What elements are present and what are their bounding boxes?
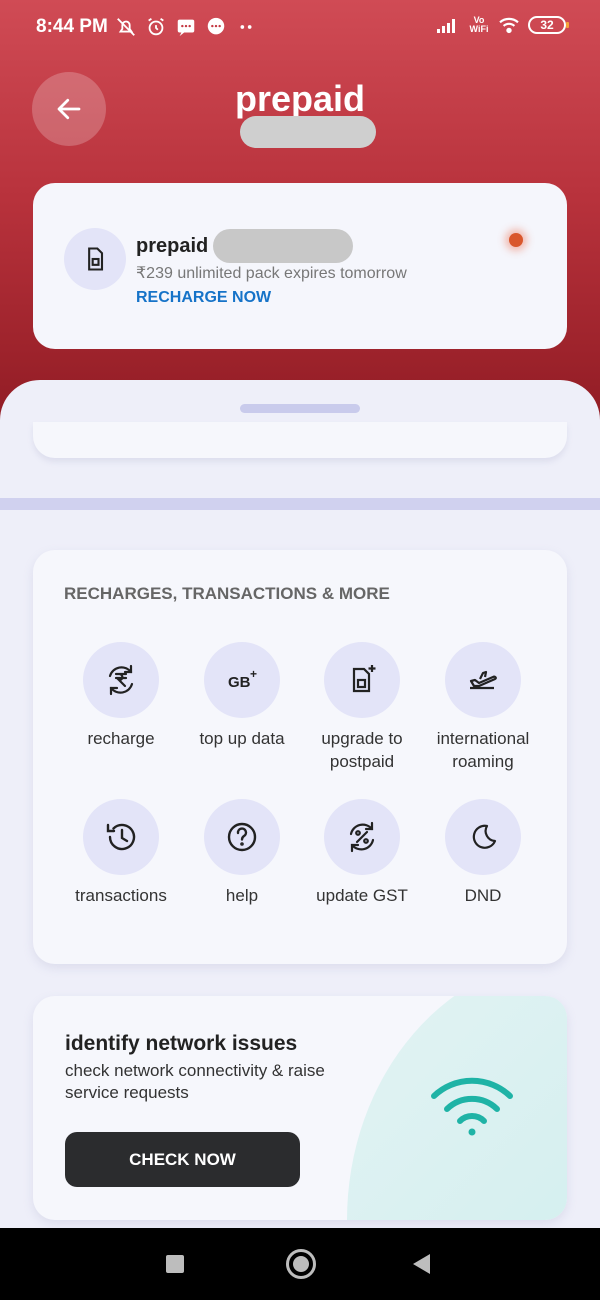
notification-icons [115, 16, 257, 38]
dnd-tile[interactable]: DND [423, 799, 543, 907]
gb-plus-icon: GB + [228, 667, 257, 691]
chat-icon [207, 17, 225, 35]
check-now-button[interactable]: CHECK NOW [65, 1132, 300, 1187]
history-icon [106, 823, 136, 851]
status-time: 8:44 PM [36, 16, 108, 37]
sim-card[interactable]: prepaid ₹239 unlimited pack expires tomo… [33, 183, 567, 349]
airplane-icon [469, 670, 497, 690]
tile-label: help [225, 886, 259, 905]
system-back-button[interactable] [413, 1254, 430, 1274]
collapsed-card [33, 422, 567, 458]
plan-expiry-text: ₹239 unlimited pack expires tomorrow [136, 265, 407, 282]
battery-indicator: 32 [528, 16, 569, 34]
services-card: RECHARGES, TRANSACTIONS & MORE recharge … [33, 550, 567, 964]
bell-off-icon [117, 18, 135, 36]
sim-plus-icon [352, 665, 376, 693]
rupee-refresh-icon [108, 664, 134, 696]
update-gst-tile[interactable]: update GST [302, 799, 422, 907]
sim-icon [64, 228, 126, 290]
question-icon [227, 822, 257, 852]
page-title: prepaid [234, 78, 366, 119]
tile-label: international roaming [436, 729, 530, 771]
bottom-sheet: RECHARGES, TRANSACTIONS & MORE recharge … [0, 380, 600, 1300]
help-tile[interactable]: help [182, 799, 302, 907]
international-roaming-tile[interactable]: international roaming [423, 642, 543, 773]
svg-text:GB: GB [228, 674, 251, 691]
sheet-drag-handle[interactable] [240, 404, 360, 413]
percent-refresh-icon [349, 821, 375, 853]
signal-icon [437, 19, 455, 33]
home-button[interactable] [286, 1249, 316, 1279]
top-up-data-tile[interactable]: GB + top up data [182, 642, 302, 750]
plan-name: prepaid [136, 235, 209, 257]
recents-button[interactable] [166, 1255, 184, 1273]
redacted-sim-number [213, 229, 353, 263]
status-dot [509, 233, 523, 247]
tile-label: transactions [75, 886, 167, 905]
section-divider [0, 498, 600, 510]
transactions-tile[interactable]: transactions [61, 799, 181, 907]
recharge-now-link[interactable]: RECHARGE NOW [136, 289, 271, 307]
vowifi-label: Vo WiFi [469, 15, 489, 34]
more-dots-icon [240, 25, 252, 29]
tile-label: upgrade to postpaid [321, 729, 403, 771]
system-navigation-bar [0, 1228, 600, 1300]
tile-label: update GST [316, 886, 408, 905]
tile-label: top up data [199, 729, 285, 748]
recharge-tile[interactable]: recharge [61, 642, 181, 750]
tile-label: DND [464, 886, 502, 905]
svg-text:+: + [250, 667, 257, 681]
redacted-number [240, 116, 376, 148]
network-card-title: identify network issues [65, 1032, 298, 1055]
network-card-description: check network connectivity & raise servi… [65, 1061, 325, 1102]
tile-label: recharge [87, 729, 155, 748]
wifi-icon [431, 1077, 513, 1136]
network-issues-card: identify network issues check network co… [33, 996, 567, 1220]
status-bar: 8:44 PM Vo WiFi 32 [0, 0, 600, 56]
services-title: RECHARGES, TRANSACTIONS & MORE [64, 584, 390, 603]
wifi-status-icon [499, 17, 519, 34]
upgrade-postpaid-tile[interactable]: upgrade to postpaid [302, 642, 422, 773]
alarm-icon [148, 17, 164, 36]
message-icon [177, 19, 195, 37]
moon-icon [472, 824, 497, 849]
